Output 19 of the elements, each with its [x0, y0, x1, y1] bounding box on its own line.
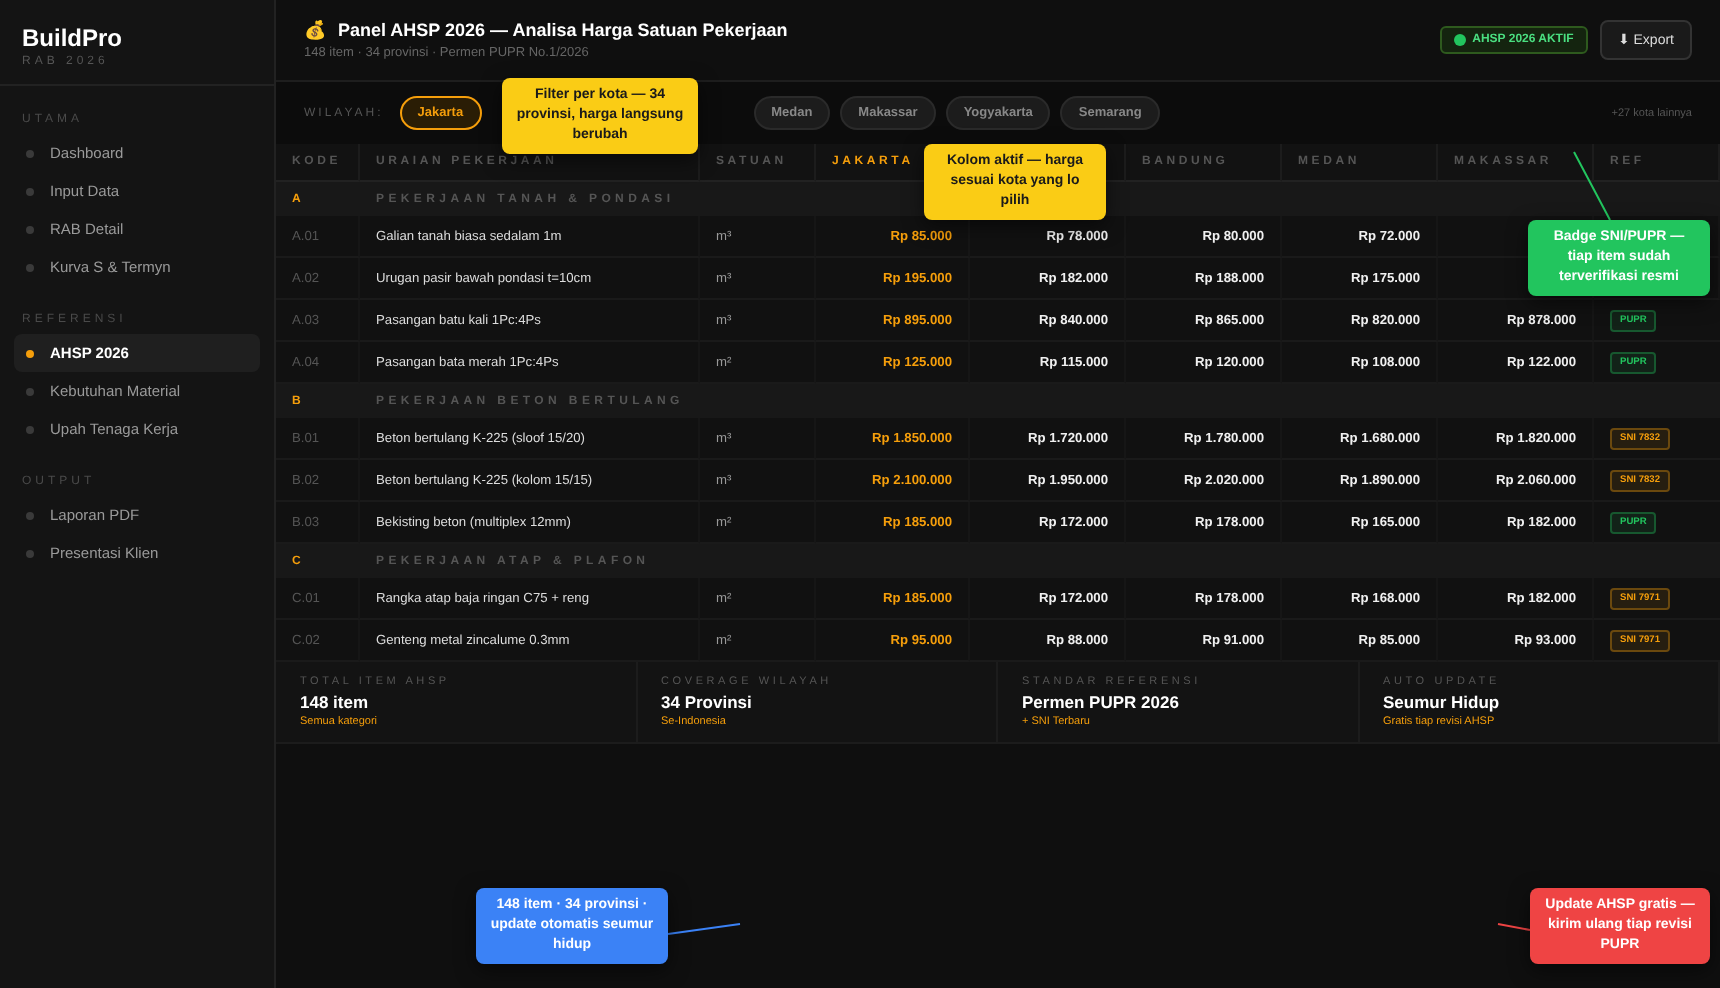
money-bag-icon: 💰 — [304, 20, 326, 40]
summary-value: Seumur Hidup — [1383, 692, 1502, 712]
summary-value: 34 Provinsi — [661, 692, 754, 712]
brand-name: BuildPro — [22, 24, 124, 52]
leader-line — [1498, 924, 1530, 932]
bullet-icon — [26, 511, 34, 519]
page-title: Panel AHSP 2026 — Analisa Harga Satuan Pekerjaan — [338, 20, 788, 40]
bullet-icon — [26, 549, 34, 557]
bullet-icon — [26, 425, 34, 433]
bullet-icon — [26, 187, 34, 195]
bullet-icon — [26, 349, 34, 357]
summary-value: Permen PUPR 2026 — [1022, 692, 1181, 712]
summary-value: 148 item — [300, 692, 371, 712]
bullet-icon — [26, 387, 34, 395]
bullet-icon — [26, 149, 34, 157]
leader-line — [1572, 152, 1612, 224]
bullet-icon — [26, 225, 34, 233]
bullet-icon — [26, 263, 34, 271]
leader-line — [668, 924, 740, 936]
